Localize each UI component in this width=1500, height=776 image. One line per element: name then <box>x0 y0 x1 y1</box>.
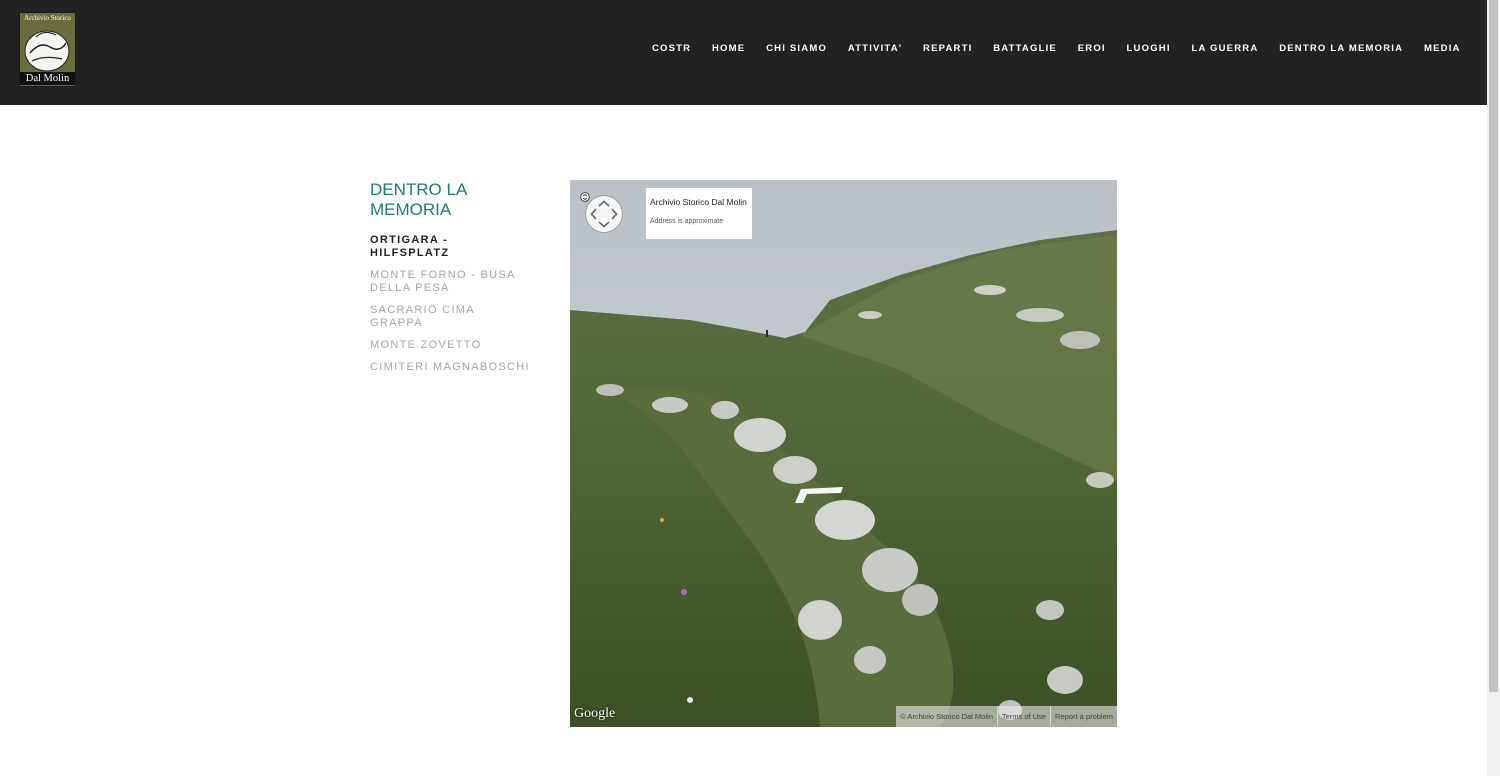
nav-chi-siamo[interactable]: CHI SIAMO <box>756 43 838 55</box>
main-nav: COSTR HOME CHI SIAMO ATTIVITA' REPARTI B… <box>642 43 1471 55</box>
page-scrollbar[interactable] <box>1487 0 1500 776</box>
section-sidebar: DENTRO LA MEMORIA ORTIGARA - HILFSPLATZ … <box>370 180 530 383</box>
sidebar-item-monte-zovetto[interactable]: MONTE ZOVETTO <box>370 339 530 352</box>
nav-home[interactable]: HOME <box>702 43 756 55</box>
logo-line-1: Archivio Storico <box>24 14 71 22</box>
address-note: Address is approximate <box>650 218 724 225</box>
sidebar-item-cimiteri-magnaboschi[interactable]: CIMITERI MAGNABOSCHI <box>370 361 530 374</box>
nav-dentro-la-memoria[interactable]: DENTRO LA MEMORIA <box>1269 43 1414 55</box>
nav-luoghi[interactable]: LUOGHI <box>1116 43 1181 55</box>
nav-eroi[interactable]: EROI <box>1067 43 1116 55</box>
sidebar-item-monte-forno[interactable]: MONTE FORNO - BUSA DELLA PESA <box>370 269 530 295</box>
logo-line-2: Dal Molin <box>20 72 75 85</box>
nav-battaglie[interactable]: BATTAGLIE <box>983 43 1068 55</box>
forward-arrow-icon[interactable] <box>789 483 845 505</box>
report-problem-link[interactable]: Report a problem <box>1050 706 1117 727</box>
place-info-card: Archivio Storico Dal Molin Address is ap… <box>646 188 752 239</box>
terms-link[interactable]: Terms of Use <box>996 706 1050 727</box>
nav-attivita[interactable]: ATTIVITA' <box>837 43 912 55</box>
google-logo: Google <box>574 706 616 721</box>
site-header: Archivio Storico Dal Molin COSTR HOME CH… <box>0 0 1487 105</box>
copyright-text: © Archivio Storico Dal Molin <box>900 712 993 721</box>
nav-costr[interactable]: COSTR <box>642 43 702 55</box>
nav-reparti[interactable]: REPARTI <box>913 43 983 55</box>
panorama-image <box>570 180 1117 727</box>
nav-media[interactable]: MEDIA <box>1414 43 1471 55</box>
nav-la-guerra[interactable]: LA GUERRA <box>1181 43 1269 55</box>
site-logo[interactable]: Archivio Storico Dal Molin <box>19 12 76 87</box>
attribution-bar: © Archivio Storico Dal Molin Terms of Us… <box>896 706 1117 727</box>
place-title[interactable]: Archivio Storico Dal Molin <box>650 197 748 208</box>
pan-control-icon[interactable] <box>584 194 624 234</box>
sidebar-list: ORTIGARA - HILFSPLATZ MONTE FORNO - BUSA… <box>370 234 530 374</box>
scrollbar-thumb[interactable] <box>1489 0 1498 692</box>
sidebar-item-ortigara[interactable]: ORTIGARA - HILFSPLATZ <box>370 234 530 260</box>
sidebar-title: DENTRO LA MEMORIA <box>370 180 467 219</box>
street-view-panorama[interactable]: Archivio Storico Dal Molin Address is ap… <box>570 180 1117 727</box>
sidebar-item-sacrario-cima-grappa[interactable]: SACRARIO CIMA GRAPPA <box>370 304 530 330</box>
